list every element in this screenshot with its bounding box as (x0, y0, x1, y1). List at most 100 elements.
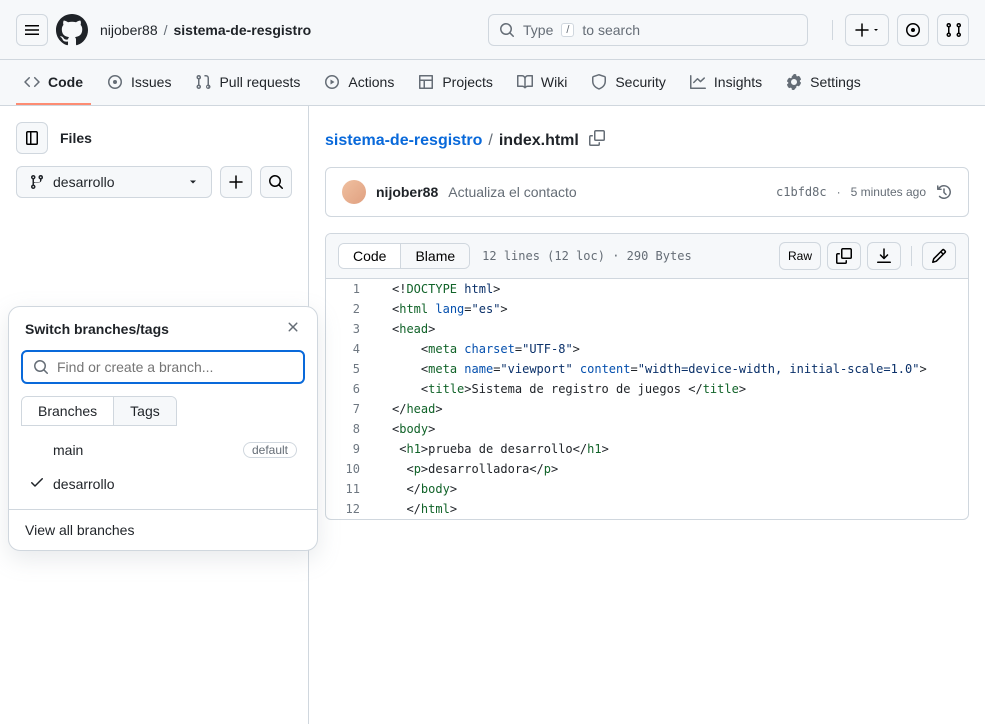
repo-nav: Code Issues Pull requests Actions Projec… (0, 60, 985, 106)
commit-sha[interactable]: c1bfd8c (776, 185, 827, 199)
pulls-button[interactable] (937, 14, 969, 46)
search-icon (268, 174, 284, 190)
nav-wiki[interactable]: Wiki (509, 61, 575, 105)
branch-name: main (53, 442, 83, 458)
panel-toggle-button[interactable] (16, 122, 48, 154)
view-all-branches-link[interactable]: View all branches (9, 509, 317, 550)
nav-settings[interactable]: Settings (778, 61, 869, 105)
latest-commit-box: nijober88 Actualiza el contacto c1bfd8c … (325, 167, 969, 217)
branch-search-input[interactable] (21, 350, 305, 384)
line-content: <head> (376, 319, 968, 339)
owner-link[interactable]: nijober88 (100, 22, 158, 38)
nav-actions[interactable]: Actions (316, 61, 402, 105)
github-icon (56, 14, 88, 46)
code-tab-button[interactable]: Code (339, 244, 400, 268)
copy-raw-button[interactable] (827, 242, 861, 270)
line-content: <meta name="viewport" content="width=dev… (376, 359, 968, 379)
line-content: </body> (376, 479, 968, 499)
hamburger-icon (24, 22, 40, 38)
code-line[interactable]: 12 </html> (326, 499, 968, 519)
nav-insights-label: Insights (714, 74, 762, 90)
line-content: <h1>prueba de desarrollo</h1> (376, 439, 968, 459)
search-key: / (561, 23, 574, 37)
branch-item[interactable]: main default (9, 434, 317, 466)
line-number[interactable]: 1 (326, 279, 376, 299)
code-line[interactable]: 5 <meta name="viewport" content="width=d… (326, 359, 968, 379)
pencil-icon (931, 248, 947, 264)
default-badge: default (243, 442, 297, 458)
file-breadcrumb: sistema-de-resgistro / index.html (325, 122, 969, 167)
code-line[interactable]: 10 <p>desarrolladora</p> (326, 459, 968, 479)
create-new-button[interactable] (845, 14, 889, 46)
code-line[interactable]: 3<head> (326, 319, 968, 339)
history-icon[interactable] (936, 184, 952, 200)
git-pull-request-icon (195, 74, 211, 90)
popup-title: Switch branches/tags (25, 321, 169, 337)
line-number[interactable]: 5 (326, 359, 376, 379)
menu-button[interactable] (16, 14, 48, 46)
code-line[interactable]: 6 <title>Sistema de registro de juegos <… (326, 379, 968, 399)
branch-select-button[interactable]: desarrollo (16, 166, 212, 198)
book-icon (517, 74, 533, 90)
code-line[interactable]: 4 <meta charset="UTF-8"> (326, 339, 968, 359)
sidebar-collapse-icon (24, 130, 40, 146)
add-file-button[interactable] (220, 166, 252, 198)
line-number[interactable]: 4 (326, 339, 376, 359)
code-line[interactable]: 8<body> (326, 419, 968, 439)
repo-link[interactable]: sistema-de-resgistro (174, 22, 312, 38)
triangle-down-icon (187, 176, 199, 188)
nav-pulls[interactable]: Pull requests (187, 61, 308, 105)
tab-tags[interactable]: Tags (114, 397, 176, 425)
nav-security-label: Security (615, 74, 666, 90)
search-files-button[interactable] (260, 166, 292, 198)
line-content: <p>desarrolladora</p> (376, 459, 968, 479)
blame-tab-button[interactable]: Blame (400, 244, 469, 268)
global-search[interactable]: Type / to search (488, 14, 808, 46)
nav-issues[interactable]: Issues (99, 61, 179, 105)
code-table: 1<!DOCTYPE html>2<html lang="es">3<head>… (326, 279, 968, 519)
nav-wiki-label: Wiki (541, 74, 567, 90)
nav-insights[interactable]: Insights (682, 61, 770, 105)
line-number[interactable]: 3 (326, 319, 376, 339)
files-heading: Files (60, 130, 92, 146)
popup-close-button[interactable] (285, 319, 301, 338)
tab-branches[interactable]: Branches (22, 397, 114, 425)
github-logo[interactable] (56, 14, 88, 46)
search-suffix: to search (582, 22, 640, 38)
nav-projects[interactable]: Projects (410, 61, 501, 105)
code-line[interactable]: 11 </body> (326, 479, 968, 499)
current-branch-name: desarrollo (53, 174, 114, 190)
line-number[interactable]: 10 (326, 459, 376, 479)
commit-author[interactable]: nijober88 (376, 184, 438, 200)
plus-icon (228, 174, 244, 190)
code-blame-toggle: Code Blame (338, 243, 470, 269)
code-line[interactable]: 7</head> (326, 399, 968, 419)
code-line[interactable]: 9 <h1>prueba de desarrollo</h1> (326, 439, 968, 459)
edit-file-button[interactable] (922, 242, 956, 270)
line-number[interactable]: 2 (326, 299, 376, 319)
line-number[interactable]: 12 (326, 499, 376, 519)
nav-code[interactable]: Code (16, 61, 91, 105)
download-raw-button[interactable] (867, 242, 901, 270)
commit-message[interactable]: Actualiza el contacto (448, 184, 576, 200)
code-line[interactable]: 2<html lang="es"> (326, 299, 968, 319)
line-number[interactable]: 6 (326, 379, 376, 399)
repo-root-link[interactable]: sistema-de-resgistro (325, 132, 482, 150)
author-avatar[interactable] (342, 180, 366, 204)
raw-button[interactable]: Raw (779, 242, 821, 270)
nav-security[interactable]: Security (583, 61, 674, 105)
copy-path-button[interactable] (589, 130, 605, 151)
line-number[interactable]: 7 (326, 399, 376, 419)
file-content-area: sistema-de-resgistro / index.html nijobe… (309, 106, 985, 724)
line-number[interactable]: 11 (326, 479, 376, 499)
line-number[interactable]: 9 (326, 439, 376, 459)
branch-item[interactable]: desarrollo (9, 466, 317, 501)
code-icon (24, 74, 40, 90)
path-sep: / (488, 132, 492, 150)
git-branch-icon (29, 174, 45, 190)
code-line[interactable]: 1<!DOCTYPE html> (326, 279, 968, 299)
line-number[interactable]: 8 (326, 419, 376, 439)
nav-pulls-label: Pull requests (219, 74, 300, 90)
branch-search-field[interactable] (57, 359, 293, 375)
issues-button[interactable] (897, 14, 929, 46)
